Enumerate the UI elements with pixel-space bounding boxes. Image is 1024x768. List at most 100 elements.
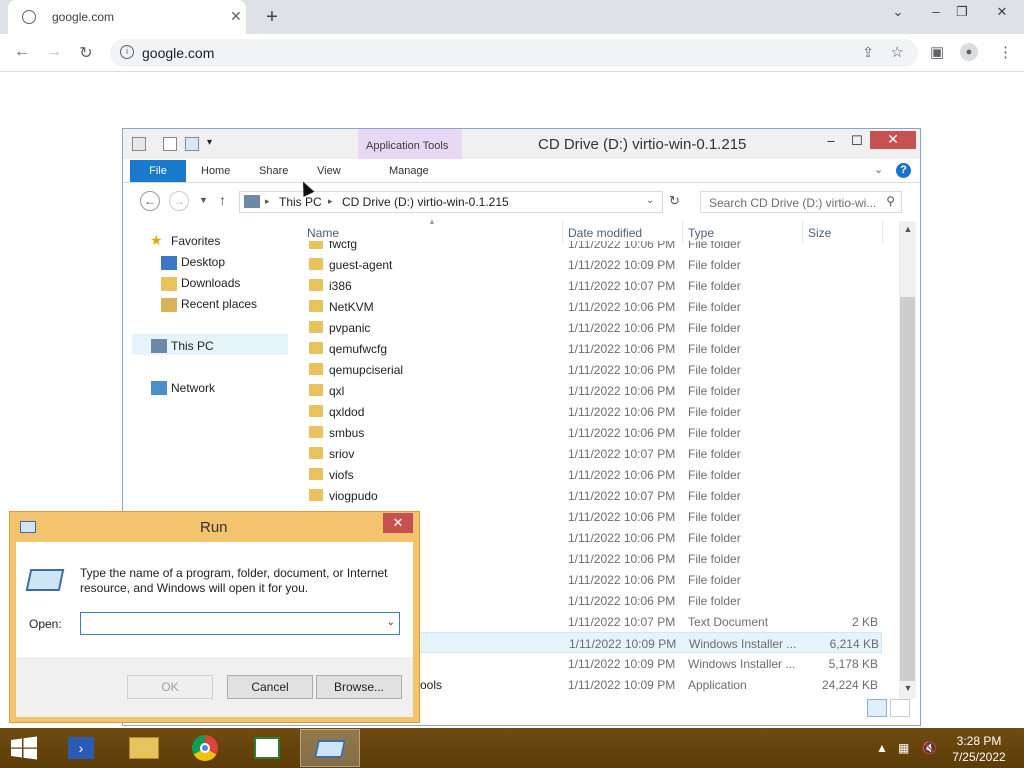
breadcrumb-cd-drive[interactable]: CD Drive (D:) virtio-win-0.1.215 bbox=[342, 195, 509, 209]
help-icon[interactable]: ? bbox=[896, 163, 911, 178]
scroll-up-icon[interactable]: ▲ bbox=[902, 224, 914, 234]
open-label: Open: bbox=[29, 617, 62, 631]
breadcrumb-separator-icon[interactable]: ▸ bbox=[328, 196, 333, 207]
powershell-icon: › bbox=[68, 737, 94, 759]
list-item[interactable]: fwcfg 1/11/2022 10:06 PM File folder bbox=[304, 241, 882, 254]
volume-muted-icon[interactable]: 🔇 bbox=[922, 741, 937, 755]
large-icons-view-icon[interactable] bbox=[890, 699, 910, 717]
list-item[interactable]: qemufwcfg 1/11/2022 10:06 PM File folder bbox=[304, 338, 882, 359]
column-divider[interactable] bbox=[682, 221, 683, 243]
browser-menu-icon[interactable]: ⋮ bbox=[998, 43, 1013, 61]
list-item[interactable]: qemupciserial 1/11/2022 10:06 PM File fold… bbox=[304, 359, 882, 380]
list-item[interactable]: i386 1/11/2022 10:07 PM File folder bbox=[304, 275, 882, 296]
search-icon[interactable]: ⚲ bbox=[886, 194, 895, 208]
back-arrow-icon[interactable]: ← bbox=[12, 43, 32, 63]
explorer-close-button[interactable]: ✕ bbox=[870, 131, 916, 149]
open-combobox[interactable]: ⌄ bbox=[80, 612, 400, 635]
scrollbar-thumb[interactable] bbox=[900, 297, 915, 681]
up-arrow-icon[interactable]: ↑ bbox=[219, 192, 226, 208]
show-hidden-icons-icon[interactable]: ▲ bbox=[876, 741, 888, 755]
explorer-maximize-button[interactable]: ☐ bbox=[841, 133, 873, 151]
bookmark-star-icon[interactable]: ☆ bbox=[891, 43, 904, 61]
close-tab-icon[interactable]: ✕ bbox=[230, 8, 242, 25]
ribbon-tab-manage[interactable]: Manage bbox=[389, 165, 429, 177]
folder-icon bbox=[309, 363, 323, 375]
new-folder-icon[interactable] bbox=[185, 137, 199, 151]
column-header-size[interactable]: Size bbox=[808, 226, 831, 240]
column-divider[interactable] bbox=[562, 221, 563, 243]
list-item[interactable]: sriov 1/11/2022 10:07 PM File folder bbox=[304, 443, 882, 464]
ribbon-tab-home[interactable]: Home bbox=[201, 165, 230, 177]
nav-favorites[interactable]: Favorites bbox=[171, 234, 220, 248]
breadcrumb-this-pc[interactable]: This PC bbox=[279, 195, 322, 209]
taskbar-chrome[interactable] bbox=[176, 729, 236, 767]
expand-ribbon-icon[interactable]: ⌄ bbox=[874, 163, 883, 176]
ok-button[interactable]: OK bbox=[127, 675, 213, 699]
run-close-button[interactable]: ✕ bbox=[383, 513, 413, 533]
address-bar-url: google.com bbox=[142, 45, 215, 61]
ribbon-tab-file[interactable]: File bbox=[130, 160, 186, 182]
column-header-date-modified[interactable]: Date modified bbox=[568, 226, 642, 240]
side-panel-icon[interactable]: ▣ bbox=[930, 43, 944, 61]
nav-downloads[interactable]: Downloads bbox=[181, 276, 240, 290]
taskbar-app[interactable] bbox=[238, 729, 298, 767]
scroll-down-icon[interactable]: ▼ bbox=[902, 683, 914, 693]
forward-arrow-icon[interactable]: → bbox=[44, 43, 64, 63]
profile-avatar-icon[interactable]: ● bbox=[960, 43, 978, 61]
list-item[interactable]: smbus 1/11/2022 10:06 PM File folder bbox=[304, 422, 882, 443]
list-item[interactable]: viogpudo 1/11/2022 10:07 PM File folder bbox=[304, 485, 882, 506]
taskbar-file-explorer[interactable] bbox=[114, 729, 174, 767]
list-item[interactable]: qxl 1/11/2022 10:06 PM File folder bbox=[304, 380, 882, 401]
network-tray-icon[interactable]: ▦ bbox=[898, 741, 909, 755]
column-header-type[interactable]: Type bbox=[688, 226, 714, 240]
address-bar[interactable]: i google.com ⇪ ☆ bbox=[110, 39, 918, 67]
ribbon-tab-view[interactable]: View bbox=[317, 165, 341, 177]
browser-restore-button[interactable]: ❐ bbox=[948, 4, 976, 24]
share-icon[interactable]: ⇪ bbox=[862, 44, 874, 61]
window-app-icon bbox=[254, 737, 280, 759]
column-header-name[interactable]: Name bbox=[307, 226, 339, 240]
open-input[interactable] bbox=[81, 613, 371, 634]
qat-dropdown-icon[interactable]: ▾ bbox=[207, 137, 212, 148]
nav-network[interactable]: Network bbox=[171, 381, 215, 395]
tab-search-chevron-icon[interactable]: ⌄ bbox=[884, 4, 912, 24]
browse-button[interactable]: Browse... bbox=[316, 675, 402, 699]
reload-icon[interactable]: ↻ bbox=[76, 43, 96, 63]
nav-this-pc[interactable]: This PC bbox=[171, 339, 214, 353]
column-divider[interactable] bbox=[802, 221, 803, 243]
column-divider[interactable] bbox=[882, 221, 883, 243]
properties-icon[interactable] bbox=[163, 137, 177, 151]
computer-icon bbox=[244, 195, 260, 208]
favorites-star-icon: ★ bbox=[150, 232, 163, 248]
list-item[interactable]: pvpanic 1/11/2022 10:06 PM File folder bbox=[304, 317, 882, 338]
browser-tab[interactable]: google.com ✕ bbox=[8, 0, 246, 34]
desktop-icon bbox=[161, 256, 177, 270]
ribbon-tab-share[interactable]: Share bbox=[259, 165, 288, 177]
refresh-icon[interactable]: ↻ bbox=[669, 193, 680, 209]
list-item[interactable]: viofs 1/11/2022 10:06 PM File folder bbox=[304, 464, 882, 485]
recent-locations-icon[interactable]: ▼ bbox=[199, 195, 208, 205]
cancel-button[interactable]: Cancel bbox=[227, 675, 313, 699]
chevron-down-icon[interactable]: ⌄ bbox=[387, 617, 395, 628]
new-tab-button[interactable]: + bbox=[262, 6, 282, 29]
nav-desktop[interactable]: Desktop bbox=[181, 255, 225, 269]
list-item[interactable]: NetKVM 1/11/2022 10:06 PM File folder bbox=[304, 296, 882, 317]
start-windows-icon[interactable] bbox=[10, 736, 38, 760]
browser-minimize-button[interactable]: – bbox=[922, 4, 950, 24]
explorer-search-input[interactable]: Search CD Drive (D:) virtio-wi... ⚲ bbox=[700, 191, 902, 213]
nav-recent-places[interactable]: Recent places bbox=[181, 297, 257, 311]
list-item[interactable]: qxldod 1/11/2022 10:06 PM File folder bbox=[304, 401, 882, 422]
breadcrumb-separator-icon[interactable]: ▸ bbox=[265, 196, 270, 207]
browser-close-button[interactable]: ✕ bbox=[988, 4, 1016, 24]
taskbar-clock[interactable]: 3:28 PM 7/25/2022 bbox=[948, 733, 1010, 765]
details-view-icon[interactable] bbox=[867, 699, 887, 717]
explorer-back-icon[interactable]: ← bbox=[140, 191, 160, 211]
taskbar-powershell[interactable]: › bbox=[52, 729, 112, 767]
address-dropdown-icon[interactable]: ⌄ bbox=[646, 195, 654, 206]
explorer-forward-icon[interactable]: → bbox=[169, 191, 189, 211]
folder-icon bbox=[309, 489, 323, 501]
search-placeholder: Search CD Drive (D:) virtio-wi... bbox=[709, 196, 877, 210]
taskbar-run[interactable] bbox=[300, 729, 360, 767]
list-item[interactable]: guest-agent 1/11/2022 10:09 PM File folder bbox=[304, 254, 882, 275]
site-info-icon[interactable]: i bbox=[120, 45, 134, 59]
